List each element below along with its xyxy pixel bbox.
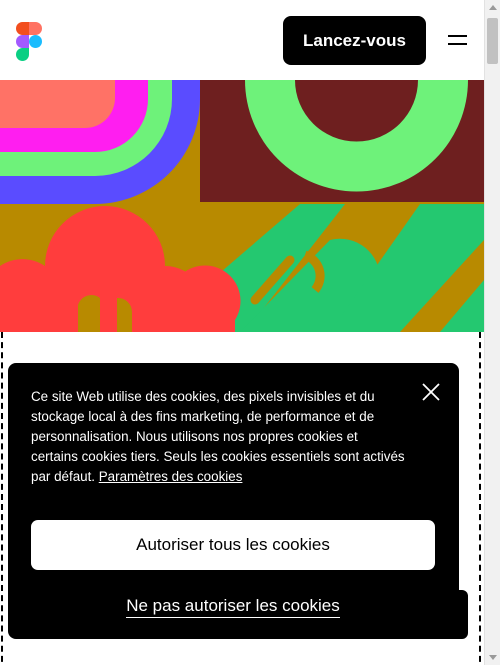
cookie-settings-link[interactable]: Paramètres des cookies (99, 469, 243, 484)
reject-cookies-label: Ne pas autoriser les cookies (126, 596, 340, 618)
hero-artwork (0, 80, 484, 332)
scroll-up-icon[interactable] (489, 5, 497, 10)
figma-logo-icon[interactable] (16, 22, 42, 61)
cookie-banner-text: Ce site Web utilise des cookies, des pix… (31, 387, 406, 487)
scrollbar-thumb[interactable] (487, 18, 498, 64)
get-started-button[interactable]: Lancez-vous (283, 16, 426, 65)
close-icon[interactable] (418, 379, 444, 405)
hamburger-menu-icon[interactable] (446, 30, 470, 50)
cookie-banner: Ce site Web utilise des cookies, des pix… (8, 363, 459, 639)
page-scrollbar[interactable] (484, 0, 500, 665)
scroll-down-icon[interactable] (489, 655, 497, 660)
accept-all-cookies-button[interactable]: Autoriser tous les cookies (31, 520, 435, 570)
page: Lancez-vous Ce site Web utilise des cook… (0, 0, 500, 665)
site-header: Lancez-vous (0, 0, 484, 80)
menu-line-bottom (448, 43, 467, 45)
reject-cookies-button[interactable]: Ne pas autoriser les cookies (31, 587, 435, 627)
menu-line-top (448, 35, 467, 37)
hero-illustration (0, 80, 484, 332)
